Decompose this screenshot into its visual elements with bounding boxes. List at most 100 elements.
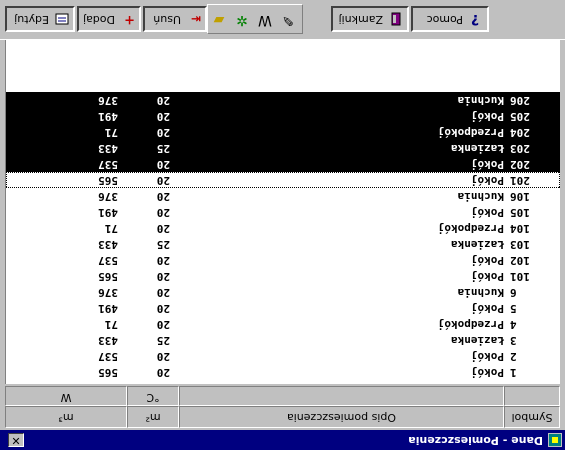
- cell-m3: 433: [98, 334, 118, 347]
- add-button[interactable]: + Dodaj: [77, 6, 141, 32]
- table-row[interactable]: 205 Pokój 20 491: [6, 108, 560, 124]
- cell-m2: 20: [156, 366, 170, 379]
- cell-m3: 71: [104, 318, 118, 331]
- table-row[interactable]: 105 Pokój 20 491: [6, 204, 560, 220]
- cell-description: Pokój: [470, 174, 504, 187]
- cell-symbol: 206: [510, 94, 530, 107]
- cell-symbol: 1: [510, 366, 517, 379]
- table-row[interactable]: 103 Łazienka 25 433: [6, 236, 560, 252]
- cell-m2: 25: [156, 142, 170, 155]
- cell-m3: 491: [98, 302, 118, 315]
- cell-description: Przedpokój: [437, 126, 504, 139]
- cell-description: Pokój: [470, 254, 504, 267]
- table-row[interactable]: 202 Pokój 20 537: [6, 156, 560, 172]
- cell-symbol: 104: [510, 222, 530, 235]
- cell-m3: 491: [98, 206, 118, 219]
- cell-description: Przedpokój: [437, 222, 504, 235]
- table-row[interactable]: 104 Przedpokój 20 71: [6, 220, 560, 236]
- table-row[interactable]: 203 Łazienka 25 433: [6, 140, 560, 156]
- exit-door-icon: [387, 12, 403, 26]
- window: Dane - Pomieszczenia ✕ Symbol Opis pomie…: [0, 0, 565, 450]
- cell-symbol: 205: [510, 110, 530, 123]
- header-m3[interactable]: m³: [5, 406, 127, 428]
- cell-symbol: 3: [510, 334, 517, 347]
- w-icon[interactable]: W: [254, 9, 276, 31]
- edit-label: Edytuj: [14, 13, 49, 26]
- cell-m2: 20: [156, 190, 170, 203]
- cell-m3: 433: [98, 238, 118, 251]
- cell-description: Pokój: [470, 350, 504, 363]
- cell-m2: 20: [156, 206, 170, 219]
- close-window-button[interactable]: Zamknij: [331, 6, 409, 32]
- close-button[interactable]: ✕: [8, 433, 24, 447]
- header-symbol[interactable]: Symbol: [504, 406, 560, 428]
- cell-m3: 537: [98, 254, 118, 267]
- table-row[interactable]: 3 Łazienka 25 433: [6, 332, 560, 348]
- tools-icon[interactable]: ✲: [231, 9, 253, 31]
- cell-m2: 20: [156, 222, 170, 235]
- table-row[interactable]: 5 Pokój 20 491: [6, 300, 560, 316]
- units-m2: °C: [127, 386, 179, 406]
- cell-description: Pokój: [470, 158, 504, 171]
- table-row[interactable]: 101 Pokój 20 565: [6, 268, 560, 284]
- table-row[interactable]: 6 Kuchnia 20 376: [6, 284, 560, 300]
- cell-m3: 71: [104, 126, 118, 139]
- cell-m2: 20: [156, 254, 170, 267]
- folder-icon[interactable]: ▰: [208, 9, 230, 31]
- cell-m2: 20: [156, 94, 170, 107]
- cell-m2: 20: [156, 126, 170, 139]
- cell-m2: 20: [156, 350, 170, 363]
- cell-symbol: 202: [510, 158, 530, 171]
- cell-m2: 20: [156, 302, 170, 315]
- cell-description: Łazienka: [451, 334, 504, 347]
- delete-button[interactable]: ⇤ Usuń: [143, 6, 207, 32]
- cell-description: Kuchnia: [457, 94, 504, 107]
- edit-button[interactable]: Edytuj: [5, 6, 75, 32]
- add-label: Dodaj: [83, 13, 115, 26]
- table-row[interactable]: 1 Pokój 20 565: [6, 364, 560, 380]
- cell-m2: 20: [156, 158, 170, 171]
- header-description[interactable]: Opis pomieszczenia: [179, 406, 504, 428]
- cell-m2: 25: [156, 238, 170, 251]
- units-description: [179, 386, 504, 406]
- units-m3: W: [5, 386, 127, 406]
- cell-symbol: 203: [510, 142, 530, 155]
- table-row[interactable]: 2 Pokój 20 537: [6, 348, 560, 364]
- help-button[interactable]: ? Pomoc: [411, 6, 489, 32]
- cell-symbol: 103: [510, 238, 530, 251]
- units-symbol: [504, 386, 560, 406]
- cell-description: Łazienka: [451, 142, 504, 155]
- cell-m2: 20: [156, 270, 170, 283]
- toolbar: ? Pomoc Zamknij ✎ W ✲ ▰ ⇤ Usuń + Dodaj E…: [0, 0, 565, 40]
- cell-symbol: 106: [510, 190, 530, 203]
- cell-m3: 565: [98, 366, 118, 379]
- cell-description: Pokój: [470, 206, 504, 219]
- cell-m3: 433: [98, 142, 118, 155]
- close-label: Zamknij: [338, 13, 383, 26]
- table-row[interactable]: 102 Pokój 20 537: [6, 252, 560, 268]
- rooms-list[interactable]: 1 Pokój 20 565 2 Pokój 20 537 3 Łazienka 25 433 4 Prz…: [5, 40, 560, 384]
- cell-description: Przedpokój: [437, 318, 504, 331]
- cell-description: Kuchnia: [457, 190, 504, 203]
- table-row[interactable]: 4 Przedpokój 20 71: [6, 316, 560, 332]
- brush-icon[interactable]: ✎: [277, 9, 299, 31]
- cell-symbol: 204: [510, 126, 530, 139]
- cell-m2: 20: [156, 174, 170, 187]
- cell-symbol: 4: [510, 318, 517, 331]
- app-icon[interactable]: [548, 433, 562, 447]
- table-row[interactable]: 206 Kuchnia 20 376: [6, 92, 560, 108]
- header-m2[interactable]: m²: [127, 406, 179, 428]
- delete-arrow-icon: ⇤: [190, 12, 201, 26]
- cell-description: Pokój: [470, 366, 504, 379]
- cell-m2: 20: [156, 318, 170, 331]
- cell-symbol: 105: [510, 206, 530, 219]
- cell-m3: 565: [98, 270, 118, 283]
- title-bar[interactable]: Dane - Pomieszczenia ✕: [0, 430, 565, 450]
- cell-m3: 537: [98, 350, 118, 363]
- cell-m3: 537: [98, 158, 118, 171]
- table-row[interactable]: 201 Pokój 20 565: [6, 172, 560, 188]
- table-row[interactable]: 204 Przedpokój 20 71: [6, 124, 560, 140]
- cell-m3: 376: [98, 190, 118, 203]
- table-row[interactable]: 106 Kuchnia 20 376: [6, 188, 560, 204]
- cell-symbol: 6: [510, 286, 517, 299]
